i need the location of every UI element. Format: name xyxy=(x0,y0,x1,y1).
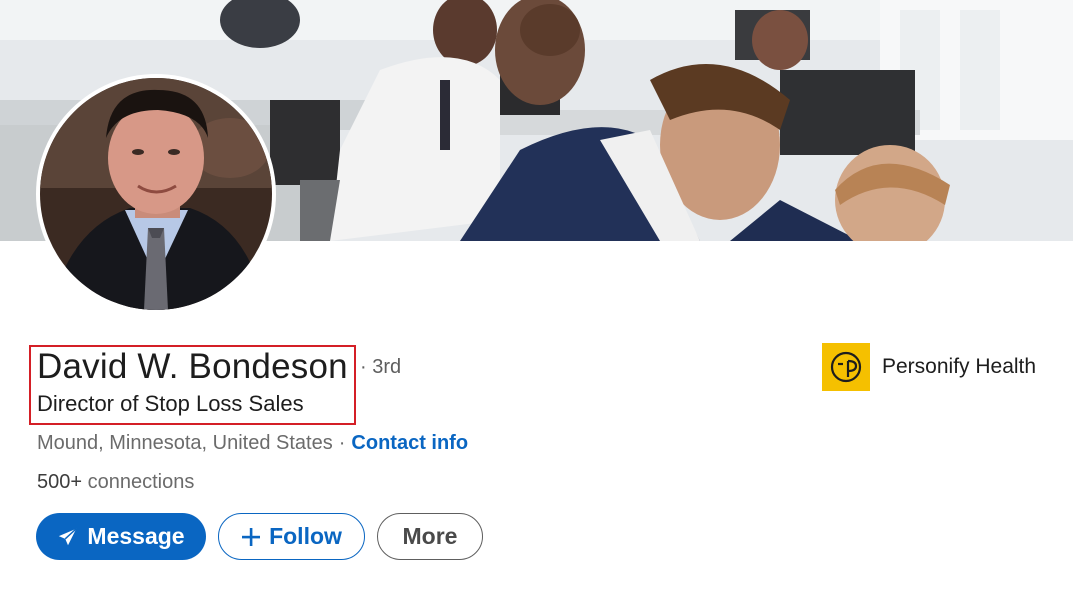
profile-location: Mound, Minnesota, United States xyxy=(37,432,333,454)
profile-headline: Director of Stop Loss Sales xyxy=(37,391,304,416)
location-line: Mound, Minnesota, United States · Contact … xyxy=(37,432,468,455)
paper-plane-icon xyxy=(57,526,79,548)
connections-number: 500+ xyxy=(37,471,83,493)
connection-degree: · 3rd xyxy=(360,356,402,378)
contact-info-link[interactable]: Contact info xyxy=(351,432,468,454)
company-name: Personify Health xyxy=(882,355,1037,378)
follow-button-label: Follow xyxy=(269,523,342,549)
profile-photo[interactable] xyxy=(36,74,276,314)
company-logo xyxy=(822,343,870,391)
profile-card: David W. Bondeson · 3rd Director of Stop… xyxy=(0,0,1073,589)
more-button[interactable]: More xyxy=(377,513,483,560)
message-button-label: Message xyxy=(87,523,185,549)
follow-button[interactable]: Follow xyxy=(218,513,365,560)
connections-label: connections xyxy=(87,471,195,493)
more-button-label: More xyxy=(402,523,458,549)
message-button[interactable]: Message xyxy=(36,513,206,560)
current-company[interactable]: Personify Health xyxy=(822,343,1036,391)
avatar xyxy=(40,78,272,310)
profile-name: David W. Bondeson xyxy=(37,347,348,386)
separator-dot: · xyxy=(338,432,346,454)
connections-count[interactable]: 500+ connections xyxy=(37,471,194,494)
plus-icon xyxy=(241,527,261,547)
